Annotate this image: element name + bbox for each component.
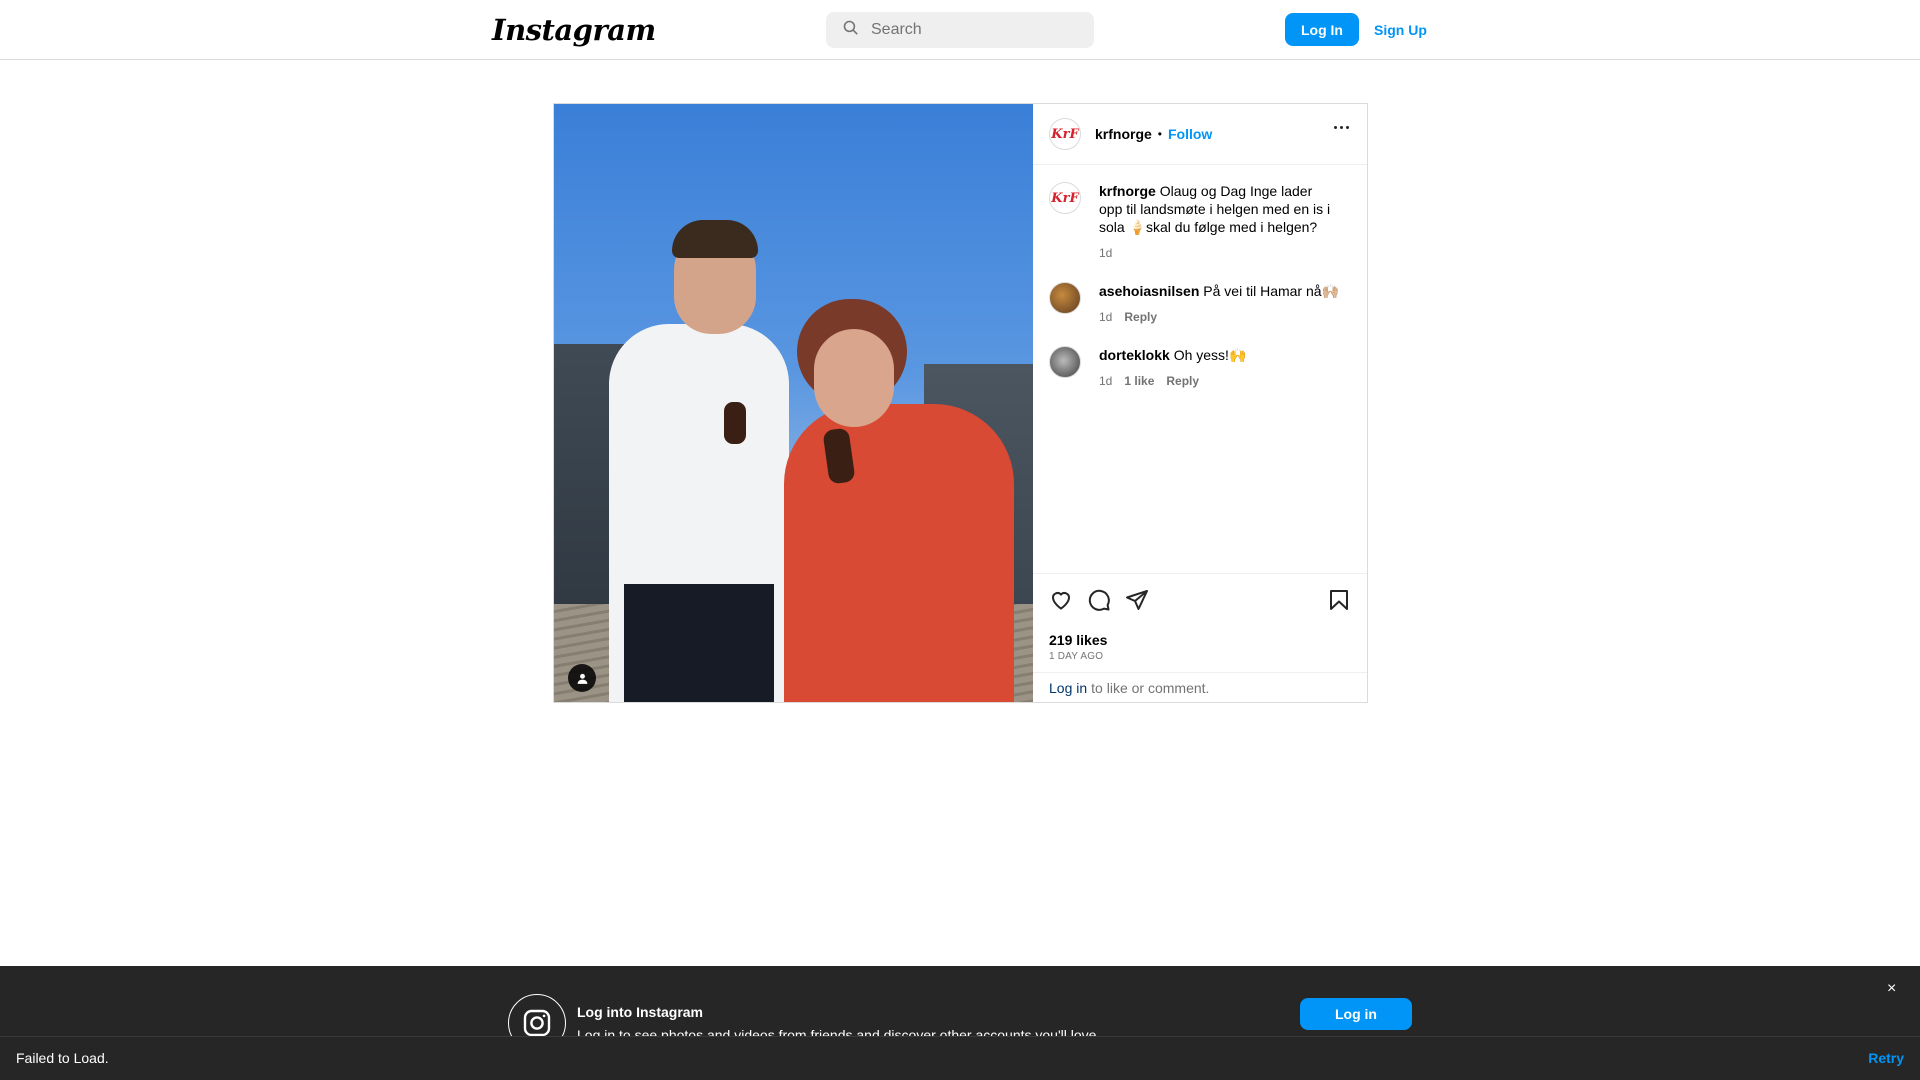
comment-username[interactable]: dorteklokk [1099,347,1170,363]
log-in-button[interactable]: Log In [1285,13,1359,46]
separator-dot: • [1157,127,1162,141]
error-toast: Failed to Load. Retry [0,1036,1920,1080]
search-box[interactable] [826,12,1094,48]
comment-time[interactable]: 1d [1099,372,1112,390]
heart-icon[interactable] [1049,588,1073,617]
photo-person-woman-head [814,329,894,427]
caption-username[interactable]: krfnorge [1099,183,1156,199]
post-header: KrF krfnorge • Follow [1033,104,1367,165]
commenter-avatar[interactable] [1049,282,1081,314]
posted-time[interactable]: 1 DAY AGO [1049,651,1103,662]
banner-log-in-button[interactable]: Log in [1300,998,1412,1030]
photo-person-man-hair [672,220,758,258]
comment-username[interactable]: asehoiasnilsen [1099,283,1199,299]
reply-button[interactable]: Reply [1166,372,1199,390]
post-card: KrF krfnorge • Follow KrF krfnorge Olaug… [553,103,1368,703]
caption: KrF krfnorge Olaug og Dag Inge lader opp… [1049,182,1351,262]
caption-avatar[interactable]: KrF [1049,182,1081,214]
krf-logo: KrF [1051,190,1079,206]
caption-time[interactable]: 1d [1099,244,1112,262]
comment-item: asehoiasnilsen På vei til Hamar nå🙌🏼 1d … [1049,282,1351,326]
comment-likes[interactable]: 1 like [1124,372,1154,390]
top-nav: Instagram Log In Sign Up [0,0,1920,60]
photo-person-man-legs [624,584,774,702]
action-bar: 219 likes 1 DAY AGO [1033,573,1367,676]
comment-time[interactable]: 1d [1099,308,1112,326]
close-icon[interactable]: × [1887,980,1896,998]
post-sidebar: KrF krfnorge • Follow KrF krfnorge Olaug… [1033,104,1367,702]
follow-button[interactable]: Follow [1168,126,1212,142]
photo-person-woman [784,404,1014,702]
bookmark-icon[interactable] [1327,588,1351,617]
more-options-icon[interactable] [1334,126,1349,129]
banner-title: Log into Instagram [577,1004,703,1020]
comments-list: KrF krfnorge Olaug og Dag Inge lader opp… [1033,166,1367,575]
comment-text: På vei til Hamar nå🙌🏼 [1203,283,1339,299]
search-icon [842,19,859,41]
toast-message: Failed to Load. [16,1050,109,1066]
reply-button[interactable]: Reply [1124,308,1157,326]
likes-count[interactable]: 219 likes [1049,632,1107,648]
login-banner: Log into Instagram Log in to see photos … [0,966,1920,1052]
comment-icon[interactable] [1087,588,1111,617]
log-in-link[interactable]: Log in [1049,680,1087,696]
login-prompt: Log in to like or comment. [1033,672,1367,702]
post-photo[interactable] [554,104,1033,702]
login-prompt-text: to like or comment. [1091,679,1210,696]
sign-up-link[interactable]: Sign Up [1374,13,1427,46]
author-avatar[interactable]: KrF [1049,118,1081,150]
commenter-avatar[interactable] [1049,346,1081,378]
photo-ice-cream-1 [724,402,746,444]
krf-logo: KrF [1051,126,1079,142]
comment-text: Oh yess!🙌 [1173,347,1247,363]
instagram-logo[interactable]: Instagram [492,13,656,47]
retry-button[interactable]: Retry [1868,1050,1904,1066]
search-input[interactable] [871,21,1081,39]
share-icon[interactable] [1125,588,1149,617]
author-username[interactable]: krfnorge [1095,126,1152,142]
comment-item: dorteklokk Oh yess!🙌 1d 1 like Reply [1049,346,1351,390]
user-tag-icon[interactable] [568,664,596,692]
